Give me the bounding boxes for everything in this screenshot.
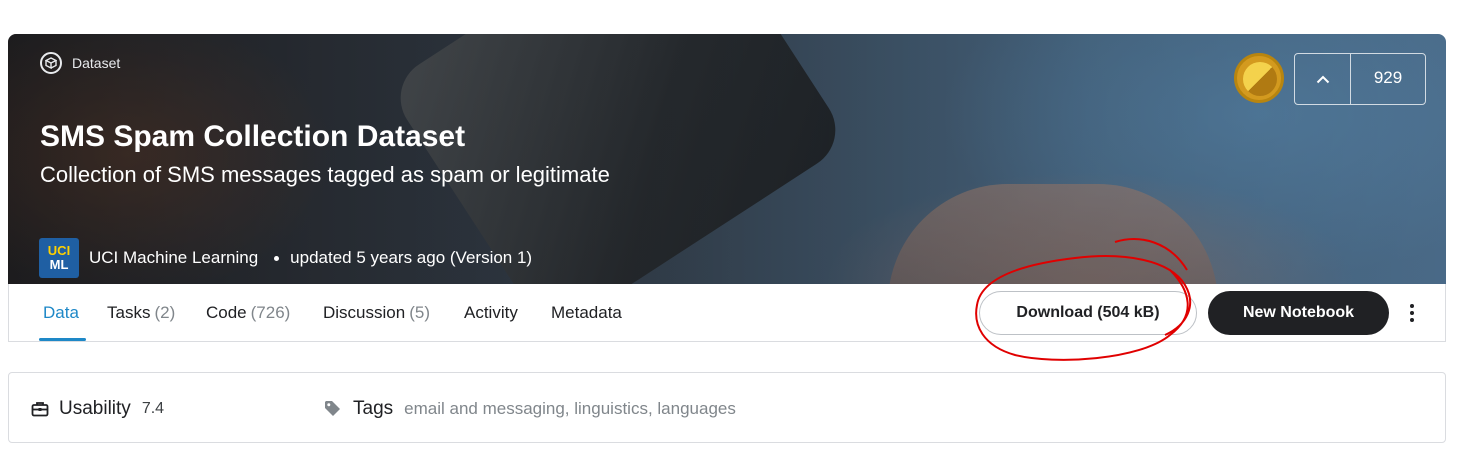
tags-section: Tags email and messaging, linguistics, l…: [324, 373, 736, 444]
owner-avatar-line1: UCI: [47, 243, 71, 258]
download-button[interactable]: Download (504 kB): [979, 291, 1197, 335]
tab-code[interactable]: Code (726): [206, 284, 290, 342]
upvote-count: 929: [1373, 67, 1403, 87]
tag-list: email and messaging, linguistics, langua…: [404, 398, 736, 418]
tab-data[interactable]: Data: [43, 284, 79, 342]
dataset-type-text: Dataset: [72, 55, 121, 71]
tab-label: Code: [206, 303, 247, 322]
tab-discussion[interactable]: Discussion (5): [323, 284, 430, 342]
upvote-widget: 929: [1294, 53, 1426, 105]
tab-metadata[interactable]: Metadata: [551, 284, 622, 342]
gold-medal-icon: [1234, 53, 1284, 103]
owner-info: UCI ML UCI Machine Learning updated 5 ye…: [39, 238, 532, 278]
page-subtitle: Collection of SMS messages tagged as spa…: [40, 162, 610, 187]
medal-inner: [1243, 62, 1277, 96]
more-options-icon[interactable]: [1398, 297, 1426, 329]
page-title: SMS Spam Collection Dataset: [40, 120, 466, 153]
chevron-up-icon: [1316, 75, 1329, 83]
tab-tasks[interactable]: Tasks (2): [107, 284, 175, 342]
tag-icon: [324, 400, 341, 417]
updated-info: updated 5 years ago (Version 1): [290, 248, 533, 267]
usability-section: Usability 7.4: [31, 373, 164, 444]
owner-name-link[interactable]: UCI Machine Learning: [89, 248, 258, 268]
usability-label: Usability: [59, 397, 131, 419]
tab-label: Metadata: [551, 303, 622, 322]
tag-link[interactable]: email and messaging: [404, 399, 565, 418]
tag-link[interactable]: linguistics: [574, 399, 648, 418]
tags-label: Tags: [353, 397, 394, 419]
tab-activity[interactable]: Activity: [464, 284, 518, 342]
tab-count: (726): [250, 303, 291, 322]
usability-icon: [31, 401, 49, 417]
usability-score: 7.4: [141, 399, 165, 417]
tab-label: Discussion: [323, 303, 406, 322]
tab-label: Data: [43, 303, 79, 322]
tab-label: Activity: [464, 303, 518, 322]
tab-label: Tasks: [107, 303, 151, 322]
tag-link[interactable]: languages: [657, 399, 735, 418]
owner-avatar-line2: ML: [49, 257, 69, 272]
more-dot: [1410, 318, 1414, 322]
tab-count: (5): [409, 303, 430, 322]
more-dot: [1410, 311, 1414, 315]
dataset-type-label: Dataset: [40, 52, 120, 74]
more-dot: [1410, 304, 1414, 308]
active-tab-indicator: [39, 338, 86, 341]
separator-dot: [274, 255, 280, 261]
owner-avatar[interactable]: UCI ML: [39, 238, 79, 278]
dataset-info-card: Usability 7.4 Tags email and messaging, …: [8, 372, 1446, 443]
tab-count: (2): [154, 303, 176, 322]
upvote-button[interactable]: [1295, 54, 1351, 104]
dataset-header: Dataset SMS Spam Collection Dataset Coll…: [8, 34, 1446, 284]
dataset-icon: [40, 52, 62, 74]
new-notebook-button[interactable]: New Notebook: [1208, 291, 1389, 335]
